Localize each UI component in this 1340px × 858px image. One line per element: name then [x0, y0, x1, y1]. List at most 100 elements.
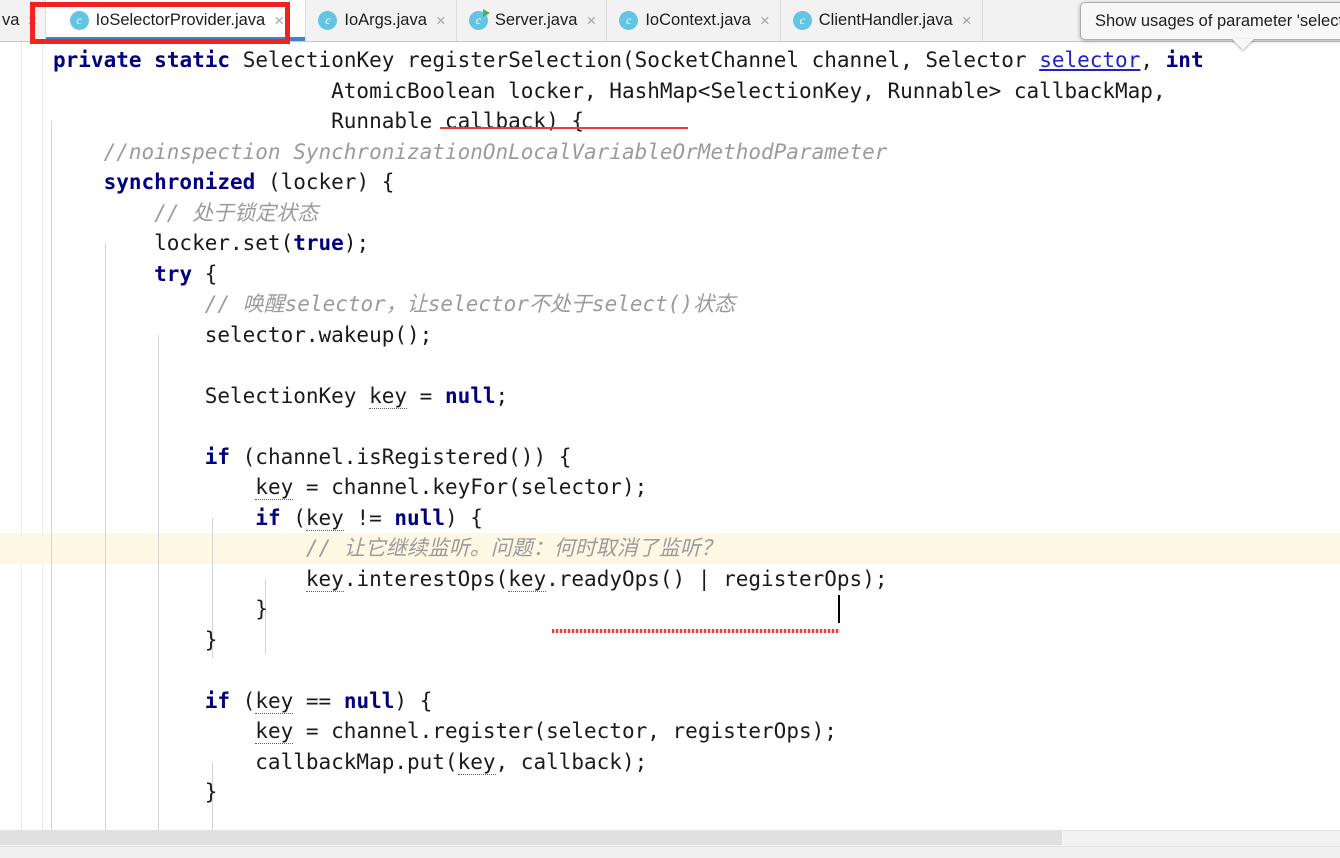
code-line[interactable]: // 让它继续监听。问题：何时取消了监听？ [0, 533, 722, 564]
code-line[interactable]: } [0, 777, 218, 808]
code-token: SelectionKey registerSelection(SocketCha… [242, 48, 1040, 72]
java-class-icon: c [69, 11, 89, 30]
code-token: } [53, 627, 218, 652]
code-line-text: locker.set(true); [53, 228, 369, 259]
java-runnable-class-icon: c [468, 9, 490, 30]
code-line-text: Runnable callback) { [53, 106, 584, 137]
tab-server-java[interactable]: c Server.java × [456, 0, 608, 41]
horizontal-scrollbar-thumb[interactable] [0, 831, 1062, 845]
code-line[interactable]: callbackMap.put(key, callback); [0, 747, 647, 778]
code-token: static [154, 48, 231, 72]
code-token: synchronized [103, 170, 256, 194]
code-line[interactable] [0, 655, 1, 686]
code-token: } [53, 597, 268, 621]
code-lines[interactable]: private static SelectionKey registerSele… [0, 43, 1340, 830]
tab-label: Server.java [494, 11, 578, 29]
code-token: //noinspection SynchronizationOnLocalVar… [53, 139, 888, 164]
code-line[interactable]: selector.wakeup(); [0, 320, 433, 351]
code-line[interactable]: if (channel.isRegistered()) { [0, 442, 572, 473]
tab-label: IoSelectorProvider.java [95, 11, 266, 29]
code-line[interactable]: AtomicBoolean locker, HashMap<SelectionK… [0, 76, 1165, 107]
code-line[interactable]: } [0, 594, 268, 625]
close-icon[interactable]: × [584, 12, 596, 29]
tab-ioselectorprovider-java[interactable]: c IoSelectorProvider.java × [46, 0, 307, 41]
code-token: } [53, 780, 218, 804]
code-token: { [192, 261, 218, 286]
code-token: ); [343, 231, 370, 255]
tab-label: IoArgs.java [344, 11, 427, 29]
typo-wavy-underline [552, 629, 840, 633]
code-line[interactable]: // 唤醒selector，让selector不处于select()状态 [0, 289, 735, 320]
tab-clienthandler-java[interactable]: c ClientHandler.java × [780, 0, 983, 41]
code-line[interactable]: //noinspection SynchronizationOnLocalVar… [0, 137, 888, 168]
code-token: ( [280, 505, 306, 530]
code-line[interactable] [0, 411, 1, 442]
tab-label: ClientHandler.java [818, 11, 953, 29]
code-token: key [305, 566, 344, 592]
tab-clipped-left[interactable]: va × [0, 0, 47, 41]
close-icon[interactable]: × [960, 12, 972, 29]
tooltip-arrow [1232, 39, 1254, 50]
code-line[interactable]: } [0, 625, 218, 656]
code-token: selector.wakeup(); [53, 322, 433, 347]
code-line-text: } [53, 625, 218, 656]
code-token: private [53, 48, 142, 72]
tab-ioargs-java[interactable]: c IoArgs.java × [306, 0, 457, 41]
code-line[interactable]: synchronized (locker) { [0, 167, 395, 198]
code-token: = channel.keyFor(selector); [293, 475, 648, 499]
editor-window: va × c IoSelectorProvider.java × c IoArg… [0, 0, 1340, 858]
code-line-text: key = channel.register(selector, registe… [53, 716, 837, 747]
code-token: if [204, 444, 231, 469]
code-line[interactable]: key.interestOps(key.readyOps() | registe… [0, 564, 888, 595]
code-token: if [255, 505, 281, 530]
code-token: key [255, 719, 294, 744]
code-token: selector [1039, 48, 1141, 72]
code-line[interactable]: Runnable callback) { [0, 106, 584, 137]
code-line[interactable]: private static SelectionKey registerSele… [0, 45, 1204, 76]
java-class-icon: c [792, 11, 812, 30]
code-token: ; [495, 383, 509, 408]
code-token: // 让它继续监听。问题：何时取消了监听？ [53, 536, 722, 560]
code-line-text: try { [53, 259, 217, 290]
code-line[interactable] [0, 350, 1, 381]
close-icon[interactable]: × [25, 12, 37, 29]
code-token: callbackMap.put( [53, 749, 458, 774]
code-token: ( [230, 688, 256, 713]
code-line[interactable]: if (key != null) { [0, 503, 483, 534]
code-line[interactable]: key = channel.keyFor(selector); [0, 472, 647, 503]
code-token: null [444, 383, 496, 408]
code-line[interactable]: locker.set(true); [0, 228, 369, 259]
code-token: != [343, 505, 395, 530]
code-line[interactable]: SelectionKey key = null; [0, 381, 508, 412]
code-line-text: if (channel.isRegistered()) { [53, 442, 572, 473]
close-icon[interactable]: × [758, 12, 770, 29]
code-line[interactable]: key = channel.register(selector, registe… [0, 716, 837, 747]
code-line[interactable]: // 处于锁定状态 [0, 198, 318, 229]
close-icon[interactable]: × [272, 12, 284, 29]
code-line-text: if (key != null) { [53, 503, 483, 534]
code-token: // 唤醒selector，让selector不处于select()状态 [53, 292, 736, 316]
code-line-text: selector.wakeup(); [53, 320, 433, 351]
tab-clipped-left-label: va [2, 11, 20, 29]
code-line-text: key.interestOps(key.readyOps() | registe… [53, 564, 888, 595]
code-line-text: // 唤醒selector，让selector不处于select()状态 [53, 289, 735, 320]
code-token: // 处于锁定状态 [53, 200, 319, 225]
code-editor-area[interactable]: private static SelectionKey registerSele… [0, 43, 1340, 830]
code-line[interactable]: if (key == null) { [0, 686, 432, 717]
code-token: , [1140, 48, 1166, 72]
code-line-text: SelectionKey key = null; [53, 381, 508, 412]
code-line[interactable]: try { [0, 259, 217, 290]
code-token: == [293, 688, 344, 713]
code-line-text: // 让它继续监听。问题：何时取消了监听？ [53, 533, 722, 564]
close-icon[interactable]: × [434, 12, 446, 29]
java-class-icon: c [619, 11, 639, 30]
code-token: key [255, 688, 294, 714]
code-token: key [305, 505, 344, 531]
code-token: key [508, 566, 547, 592]
tab-iocontext-java[interactable]: c IoContext.java × [607, 0, 781, 41]
